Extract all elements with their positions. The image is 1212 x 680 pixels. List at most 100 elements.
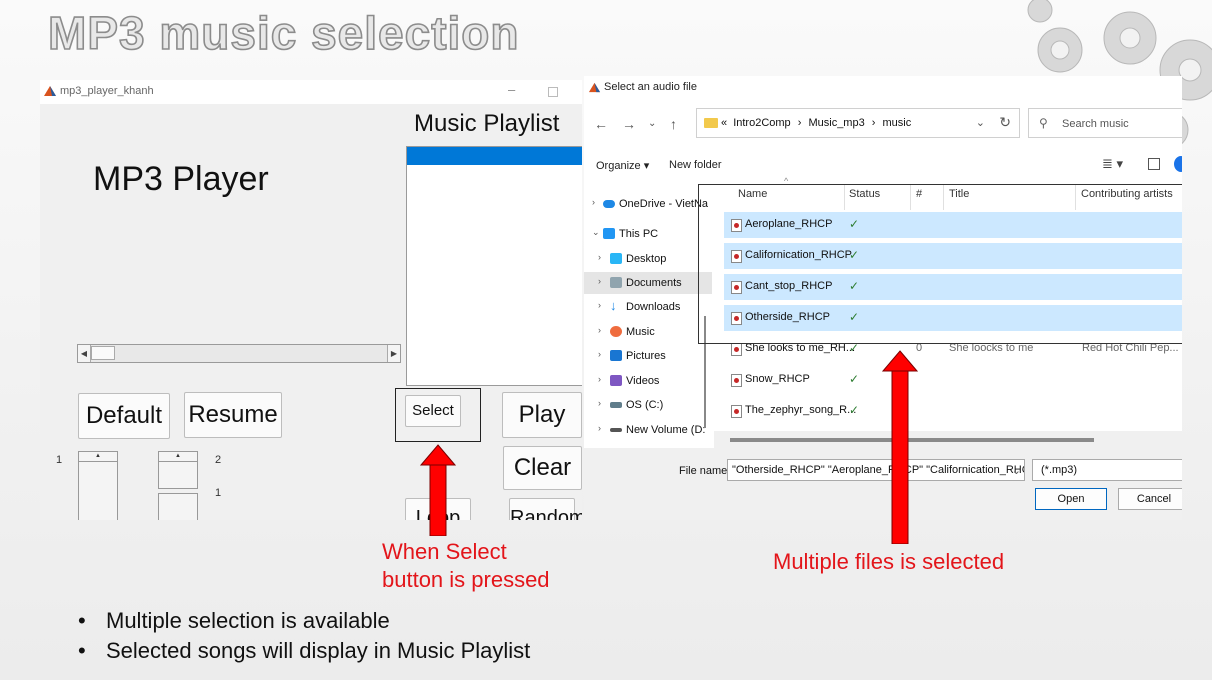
breadcrumb-overflow[interactable]: «	[721, 117, 727, 129]
nav-item-label: Pictures	[626, 350, 666, 362]
chevron-right-icon[interactable]: ›	[598, 325, 601, 335]
nav-item-label: OS (C:)	[626, 399, 664, 411]
nav-item-music[interactable]: › Music	[584, 321, 712, 343]
search-placeholder: Search music	[1062, 118, 1129, 130]
nav-item-desktop[interactable]: › Desktop	[584, 248, 712, 270]
select-button[interactable]: Select	[405, 395, 461, 427]
default-button[interactable]: Default	[78, 393, 170, 439]
spinner-label: 1	[215, 487, 222, 499]
chevron-right-icon[interactable]: ›	[598, 349, 601, 359]
nav-item-downloads[interactable]: › ↓ Downloads	[584, 296, 712, 318]
chevron-right-icon[interactable]: ›	[598, 276, 601, 286]
address-dropdown-icon[interactable]: ⌄	[976, 116, 985, 129]
select-annotation-arrow-icon	[420, 444, 456, 536]
nav-item-label: OneDrive - VietNa	[619, 198, 709, 210]
maximize-button[interactable]	[548, 87, 558, 97]
annotation-line: When Select	[382, 539, 507, 564]
folder-icon	[704, 118, 718, 128]
chevron-right-icon[interactable]: ›	[598, 423, 601, 433]
nav-item-onedrive[interactable]: › OneDrive - VietNa	[584, 193, 712, 215]
back-arrow-icon[interactable]: ←	[594, 116, 608, 132]
chevron-down-icon[interactable]: ⌄	[592, 227, 600, 238]
nav-item-new-volume[interactable]: › New Volume (D:	[584, 419, 712, 441]
nav-item-label: New Volume (D:	[626, 424, 706, 436]
nav-item-os-c[interactable]: › OS (C:)	[584, 394, 712, 416]
chevron-right-icon[interactable]: ›	[598, 300, 601, 310]
chevron-right-icon[interactable]: ›	[598, 398, 601, 408]
nav-item-label: Music	[626, 326, 655, 338]
recent-dropdown-icon[interactable]: ⌄	[648, 118, 656, 129]
dialog-title: Select an audio file	[604, 81, 697, 93]
help-icon[interactable]	[1174, 156, 1182, 172]
forward-arrow-icon[interactable]: →	[622, 116, 636, 132]
minimize-button[interactable]: –	[508, 82, 515, 97]
matlab-icon	[43, 84, 57, 98]
resume-button[interactable]: Resume	[184, 392, 282, 438]
refresh-icon[interactable]: ↻	[999, 114, 1011, 131]
view-options-icon[interactable]: ≣ ▾	[1102, 156, 1123, 172]
track-spinner[interactable]	[158, 493, 198, 520]
sync-status-icon: ✓	[849, 372, 860, 386]
play-button[interactable]: Play	[502, 392, 582, 438]
file-name: Snow_RHCP	[745, 373, 810, 385]
address-bar[interactable]: « Intro2Comp › Music_mp3 › music ⌄ ↻	[696, 108, 1020, 138]
breadcrumb-item[interactable]: Intro2Comp	[733, 117, 790, 129]
preview-pane-icon[interactable]	[1148, 158, 1160, 170]
spinner-label: 1	[56, 454, 63, 466]
chevron-right-icon[interactable]: ›	[592, 197, 595, 207]
up-arrow-icon[interactable]: ↑	[670, 116, 677, 132]
clear-button[interactable]: Clear	[503, 446, 582, 490]
breadcrumb-separator-icon: ›	[871, 117, 876, 129]
nav-item-documents[interactable]: › Documents	[584, 272, 712, 294]
pictures-icon	[610, 350, 622, 361]
multi-select-annotation-arrow-icon	[882, 350, 918, 544]
slide-title: MP3 music selection	[47, 6, 520, 60]
videos-icon	[610, 375, 622, 386]
breadcrumb: « Intro2Comp › Music_mp3 › music	[721, 117, 911, 129]
audio-file-icon	[731, 343, 742, 356]
speed-spinner[interactable]: ▲	[158, 451, 198, 489]
matlab-icon	[588, 82, 601, 93]
horizontal-slider[interactable]: ◀ ▶	[77, 344, 401, 363]
random-button[interactable]: Random	[509, 498, 582, 520]
spinner-up-arrow-icon[interactable]: ▲	[159, 452, 197, 462]
chevron-down-icon[interactable]: ⌄	[1012, 464, 1021, 477]
nav-item-videos[interactable]: › Videos	[584, 370, 712, 392]
slider-right-arrow-icon[interactable]: ▶	[387, 345, 400, 362]
file-name-input[interactable]: "Otherside_RHCP" "Aeroplane_RHCP" "Calif…	[727, 459, 1025, 481]
search-box[interactable]: ⚲ Search music	[1028, 108, 1182, 138]
documents-icon	[610, 277, 622, 288]
chevron-right-icon[interactable]: ›	[598, 252, 601, 262]
playlist-selected-row[interactable]	[407, 147, 582, 165]
file-row[interactable]: The_zephyr_song_R... ✓	[724, 398, 1182, 424]
audio-file-icon	[731, 374, 742, 387]
file-row[interactable]: Snow_RHCP ✓	[724, 367, 1182, 393]
sync-status-icon: ✓	[849, 403, 860, 417]
spinner-up-arrow-icon[interactable]: ▲	[79, 452, 117, 462]
breadcrumb-item[interactable]: music	[883, 117, 912, 129]
slider-left-arrow-icon[interactable]: ◀	[78, 345, 91, 362]
search-icon: ⚲	[1039, 116, 1048, 130]
organize-menu[interactable]: Organize ▾	[596, 159, 649, 172]
music-playlist-listbox[interactable]	[406, 146, 582, 386]
dialog-titlebar: Select an audio file	[584, 76, 1182, 98]
file-type-select[interactable]: (*.mp3)	[1032, 459, 1182, 481]
file-list-scrollbar[interactable]	[714, 431, 1182, 449]
slider-thumb[interactable]	[91, 346, 115, 360]
select-annotation: When Select button is pressed	[382, 538, 550, 594]
audio-file-icon	[731, 405, 742, 418]
file-name: The_zephyr_song_R...	[745, 404, 857, 416]
cancel-button[interactable]: Cancel	[1118, 488, 1182, 510]
chevron-right-icon[interactable]: ›	[598, 374, 601, 384]
bullet-text: Selected songs will display in Music Pla…	[106, 638, 531, 663]
nav-item-this-pc[interactable]: ⌄ This PC	[584, 223, 712, 245]
nav-item-label: Desktop	[626, 253, 667, 265]
open-button[interactable]: Open	[1035, 488, 1107, 510]
volume-spinner[interactable]: ▲	[78, 451, 118, 520]
file-name-value: "Otherside_RHCP" "Aeroplane_RHCP" "Calif…	[732, 464, 1025, 476]
breadcrumb-item[interactable]: Music_mp3	[808, 117, 864, 129]
new-folder-button[interactable]: New folder	[669, 159, 722, 171]
nav-item-pictures[interactable]: › Pictures	[584, 345, 712, 367]
mp3-heading: MP3 Player	[93, 160, 269, 198]
multi-select-annotation: Multiple files is selected	[773, 549, 1005, 574]
